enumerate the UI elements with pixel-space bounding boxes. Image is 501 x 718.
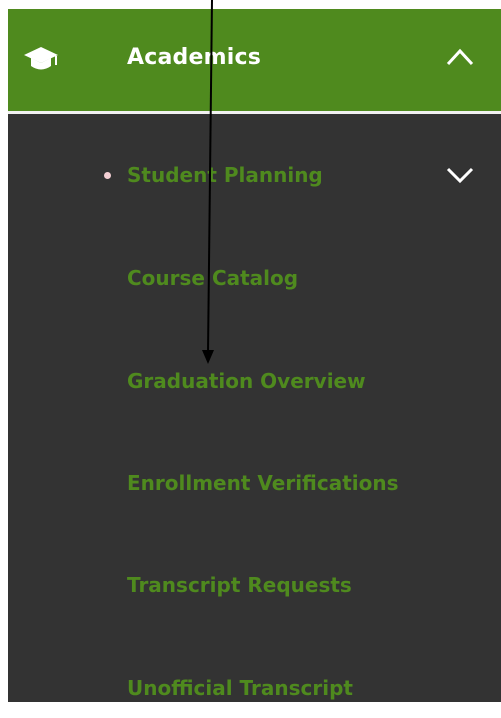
menu-item-transcript-requests[interactable]: Transcript Requests: [8, 555, 501, 615]
menu-item-student-planning[interactable]: Student Planning: [8, 145, 501, 205]
menu-item-label: Unofficial Transcript: [127, 676, 353, 700]
menu-item-unofficial-transcript[interactable]: Unofficial Transcript: [8, 658, 501, 718]
menu-item-label: Transcript Requests: [127, 573, 352, 597]
menu-item-enrollment-verifications[interactable]: Enrollment Verifications: [8, 453, 501, 513]
menu-item-graduation-overview[interactable]: Graduation Overview: [8, 351, 501, 411]
academics-menu: Academics Student Planning Course Catalo…: [8, 9, 501, 702]
menu-item-label: Graduation Overview: [127, 369, 366, 393]
menu-header-academics[interactable]: Academics: [8, 9, 501, 114]
menu-item-label: Student Planning: [127, 163, 323, 187]
menu-header-title: Academics: [127, 45, 261, 70]
menu-item-course-catalog[interactable]: Course Catalog: [8, 248, 501, 308]
menu-item-label: Enrollment Verifications: [127, 471, 399, 495]
chevron-down-icon[interactable]: [445, 164, 475, 186]
graduation-cap-icon: [24, 47, 58, 70]
chevron-up-icon[interactable]: [445, 45, 475, 69]
menu-item-label: Course Catalog: [127, 266, 299, 290]
active-bullet-icon: [104, 172, 111, 179]
